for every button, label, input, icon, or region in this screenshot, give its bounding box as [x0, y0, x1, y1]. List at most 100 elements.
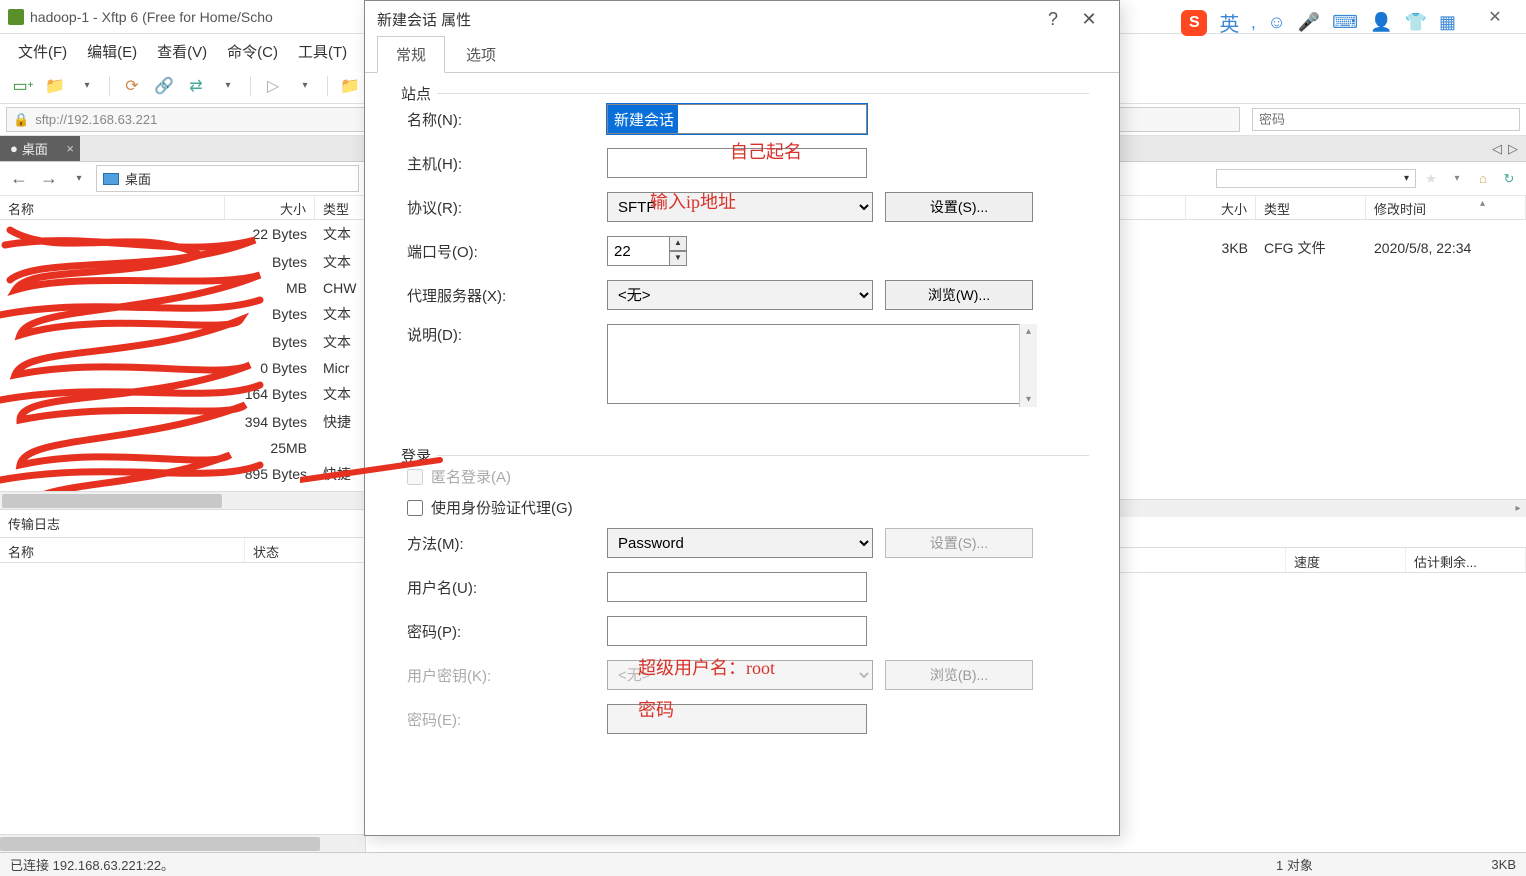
col-type[interactable]: 类型 — [315, 196, 365, 219]
log-col-speed[interactable]: 速度 — [1286, 548, 1406, 572]
window-close-button[interactable]: ✕ — [1472, 0, 1518, 34]
ime-punct-icon[interactable]: ‚ — [1251, 12, 1255, 33]
session-properties-dialog: 新建会话 属性 ? ✕ 常规 选项 站点 名称(N): 主机(H): — [364, 0, 1120, 836]
ime-lang[interactable]: 英 — [1219, 8, 1239, 37]
port-spin-up-icon[interactable]: ▲ — [669, 236, 687, 251]
dropdown-icon[interactable]: ▾ — [1446, 168, 1468, 190]
list-item[interactable]: Bytes文本 — [0, 328, 365, 356]
name-input[interactable] — [607, 104, 867, 134]
new-folder-icon[interactable]: 📁 — [337, 73, 363, 99]
play-icon[interactable]: ▷ — [260, 73, 286, 99]
dialog-help-button[interactable]: ? — [1035, 9, 1071, 30]
host-label: 主机(H): — [407, 153, 607, 174]
left-scrollbar-h[interactable] — [0, 491, 365, 509]
list-item[interactable]: 394 Bytes快捷 — [0, 408, 365, 436]
home-icon[interactable]: ⌂ — [1472, 168, 1494, 190]
textarea-scrollbar[interactable]: ▴ ▾ — [1019, 324, 1037, 407]
protocol-select[interactable]: SFTP — [607, 192, 873, 222]
list-item[interactable]: 164 Bytes文本 — [0, 380, 365, 408]
dialog-close-button[interactable]: ✕ — [1071, 9, 1107, 30]
login-group: 登录 匿名登录(A) 使用身份验证代理(G) 方法(M): Password — [395, 455, 1089, 758]
user-input[interactable] — [607, 572, 867, 602]
menu-view[interactable]: 查看(V) — [149, 37, 215, 66]
nav-back-icon[interactable]: ← — [6, 166, 32, 192]
ime-user-icon[interactable]: 👤 — [1370, 12, 1392, 33]
col-type-right[interactable]: 类型 — [1256, 196, 1366, 219]
method-settings-button: 设置(S)... — [885, 528, 1033, 558]
reconnect-icon[interactable]: ⟳ — [119, 73, 145, 99]
agent-checkbox[interactable] — [407, 500, 423, 516]
ime-grid-icon[interactable]: ▦ — [1439, 12, 1456, 33]
menu-tools[interactable]: 工具(T) — [290, 37, 355, 66]
method-select[interactable]: Password — [607, 528, 873, 558]
sort-indicator-icon: ▴ — [1480, 198, 1485, 209]
app-icon — [8, 9, 24, 25]
agent-label: 使用身份验证代理(G) — [431, 497, 573, 518]
tab-scroll-right-icon[interactable]: ▷ — [1508, 141, 1518, 157]
log-col-status[interactable]: 状态 — [245, 538, 365, 562]
log-scrollbar[interactable] — [0, 834, 365, 852]
proxy-select[interactable]: <无> — [607, 280, 873, 310]
toolbar-dropdown2-icon[interactable]: ▾ — [215, 73, 241, 99]
user-label: 用户名(U): — [407, 577, 607, 598]
log-col-name[interactable]: 名称 — [0, 538, 245, 562]
toolbar-dropdown-icon[interactable]: ▾ — [74, 73, 100, 99]
log-col-eta[interactable]: 估计剩余... — [1406, 548, 1526, 572]
col-date-right[interactable]: 修改时间 ▴ — [1366, 196, 1526, 219]
desc-label: 说明(D): — [407, 324, 607, 345]
agent-checkbox-row[interactable]: 使用身份验证代理(G) — [407, 497, 1089, 518]
host-input[interactable] — [607, 148, 867, 178]
dialog-title: 新建会话 属性 — [377, 9, 471, 30]
refresh-icon[interactable]: ↻ — [1498, 168, 1520, 190]
ime-emoji-icon[interactable]: ☺ — [1267, 12, 1285, 33]
left-path-box[interactable]: 桌面 — [96, 165, 359, 192]
bookmark-icon[interactable]: ★ — [1420, 168, 1442, 190]
list-item[interactable]: 25MB — [0, 436, 365, 460]
ime-voice-icon[interactable]: 🎤 — [1298, 12, 1320, 33]
list-item[interactable]: Bytes文本 — [0, 300, 365, 328]
key-label: 用户密钥(K): — [407, 665, 607, 686]
left-path-text: 桌面 — [125, 169, 151, 188]
desc-textarea[interactable] — [607, 324, 1037, 404]
login-legend: 登录 — [395, 445, 437, 466]
ime-keyboard-icon[interactable]: ⌨ — [1332, 12, 1358, 33]
open-folder-icon[interactable]: 📁 — [42, 73, 68, 99]
menu-command[interactable]: 命令(C) — [219, 37, 286, 66]
tab-desktop[interactable]: ● 桌面 × — [0, 136, 80, 161]
password-label: 密码(P): — [407, 621, 607, 642]
tab-scroll-left-icon[interactable]: ◁ — [1492, 141, 1502, 157]
col-size-right[interactable]: 大小 — [1186, 196, 1256, 219]
tab-general[interactable]: 常规 — [377, 36, 445, 73]
ime-skin-icon[interactable]: 👕 — [1405, 12, 1427, 33]
toolbar-dropdown3-icon[interactable]: ▾ — [292, 73, 318, 99]
link-icon[interactable]: 🔗 — [151, 73, 177, 99]
password-field[interactable] — [607, 616, 867, 646]
col-name[interactable]: 名称 — [0, 196, 225, 219]
list-item[interactable]: 22 Bytes文本 — [0, 220, 365, 248]
tab-scroll-nav: ◁ ▷ — [1484, 136, 1526, 161]
port-label: 端口号(O): — [407, 241, 607, 262]
protocol-settings-button[interactable]: 设置(S)... — [885, 192, 1033, 222]
nav-up-icon[interactable]: ▾ — [66, 166, 92, 192]
sogou-logo-icon[interactable]: S — [1181, 10, 1207, 36]
tab-options[interactable]: 选项 — [447, 36, 515, 73]
list-item[interactable]: MBCHW — [0, 276, 365, 300]
password-input[interactable] — [1252, 108, 1520, 131]
proxy-label: 代理服务器(X): — [407, 285, 607, 306]
right-path-dropdown[interactable]: ▾ — [1216, 169, 1416, 188]
anonymous-checkbox — [407, 469, 423, 485]
tab-close-icon[interactable]: × — [66, 141, 74, 156]
list-item[interactable]: Bytes文本 — [0, 248, 365, 276]
list-item[interactable]: 895 Bytes快捷 — [0, 460, 365, 488]
left-pane: ← → ▾ 桌面 名称 大小 类型 22 Bytes文本 Bytes文本 MBC… — [0, 162, 366, 852]
port-spin-down-icon[interactable]: ▼ — [669, 251, 687, 266]
sync-icon[interactable]: ⇄ — [183, 73, 209, 99]
menu-edit[interactable]: 编辑(E) — [79, 37, 145, 66]
list-item[interactable]: 0 BytesMicr — [0, 356, 365, 380]
menu-file[interactable]: 文件(F) — [10, 37, 75, 66]
proxy-browse-button[interactable]: 浏览(W)... — [885, 280, 1033, 310]
transfer-log-label: 传输日志 — [0, 509, 365, 537]
new-session-icon[interactable]: ▭+ — [10, 73, 36, 99]
col-size[interactable]: 大小 — [225, 196, 315, 219]
nav-fwd-icon[interactable]: → — [36, 166, 62, 192]
